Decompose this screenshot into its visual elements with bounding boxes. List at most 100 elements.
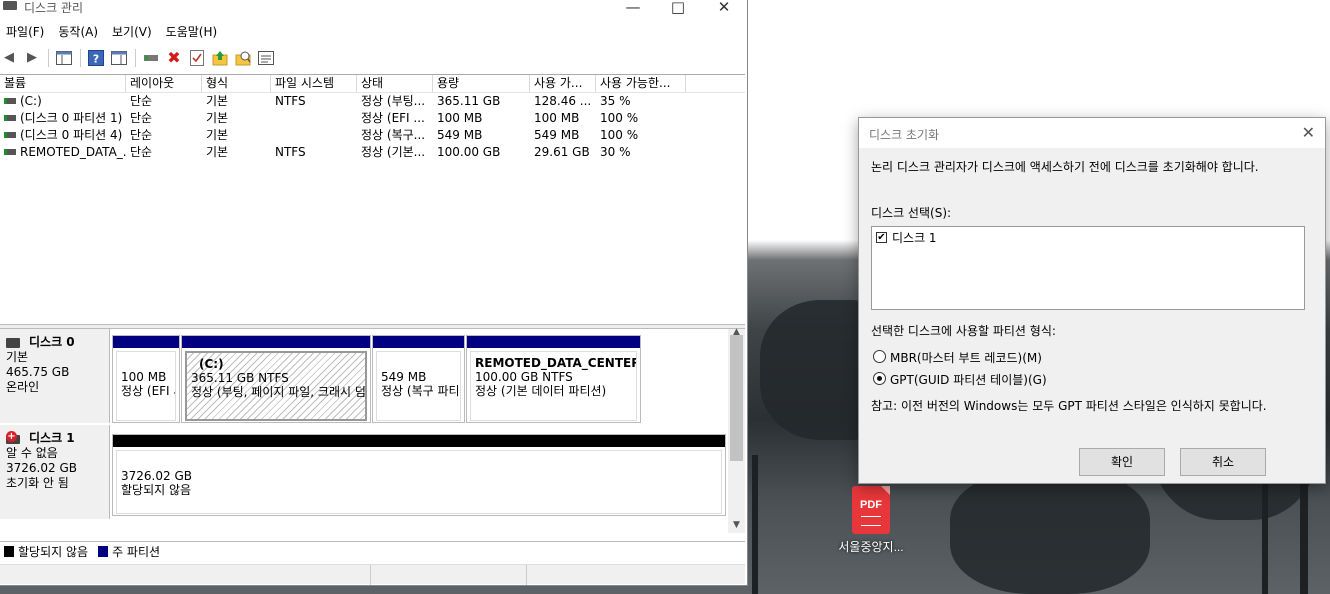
explore-folder-icon[interactable] bbox=[234, 49, 252, 67]
action-pane-icon[interactable] bbox=[110, 49, 128, 67]
volume-status: 정상 (복구... bbox=[361, 128, 426, 142]
volume-filesystem bbox=[271, 127, 357, 144]
disk-name: 디스크 0 bbox=[29, 335, 75, 349]
volume-layout: 단순 bbox=[130, 145, 153, 159]
menu-action[interactable]: 동작(A) bbox=[52, 22, 106, 42]
disk-state: 초기화 안 됨 bbox=[6, 476, 69, 490]
disk-view-scrollbar[interactable]: ▲ ▼ bbox=[728, 327, 745, 533]
volume-status: 정상 (EFI ... bbox=[361, 111, 425, 125]
partition-title bbox=[381, 356, 456, 370]
properties-icon[interactable] bbox=[188, 49, 206, 67]
volume-type: 기본 bbox=[206, 145, 229, 159]
column-header-free-space[interactable]: 사용 가... bbox=[530, 75, 596, 92]
desktop-pdf-file[interactable]: PDF 서울중앙지... bbox=[830, 486, 912, 555]
volume-percent-free: 100 % bbox=[600, 128, 639, 142]
volume-capacity: 100 MB bbox=[437, 111, 483, 125]
volume-filesystem bbox=[271, 110, 357, 127]
partition-title bbox=[121, 356, 171, 370]
cancel-button[interactable]: 취소 bbox=[1180, 448, 1266, 476]
volume-row[interactable]: REMOTED_DATA_... 단순 기본 NTFS 정상 (기본... 10… bbox=[0, 144, 745, 161]
open-folder-icon[interactable] bbox=[211, 49, 229, 67]
disk-1-checkbox[interactable]: ✔ bbox=[876, 232, 887, 243]
back-arrow-icon[interactable]: ◀ bbox=[0, 49, 18, 67]
close-button[interactable]: ✕ bbox=[709, 0, 739, 18]
forward-arrow-icon[interactable]: ▶ bbox=[23, 49, 41, 67]
partition-remoted-data-center[interactable]: REMOTED_DATA_CENTER (I 100.00 GB NTFS 정상… bbox=[466, 335, 641, 423]
volume-filesystem: NTFS bbox=[275, 94, 306, 108]
legend-primary-swatch bbox=[98, 545, 109, 557]
disk-state: 온라인 bbox=[6, 380, 40, 394]
volume-capacity: 365.11 GB bbox=[437, 94, 501, 108]
partition-title: REMOTED_DATA_CENTER (I bbox=[475, 356, 637, 370]
volume-status: 정상 (기본... bbox=[361, 145, 426, 159]
volume-layout: 단순 bbox=[130, 128, 153, 142]
gpt-option-label[interactable]: GPT(GUID 파티션 테이블)(G) bbox=[890, 371, 1047, 388]
partition-c-drive[interactable]: (C:) 365.11 GB NTFS 정상 (부팅, 페이지 파일, 크래시 … bbox=[181, 335, 371, 423]
volume-type: 기본 bbox=[206, 128, 229, 142]
minimize-button[interactable]: — bbox=[618, 0, 648, 18]
unallocated-space[interactable]: 3726.02 GB 할당되지 않음 bbox=[112, 434, 726, 516]
dialog-close-icon[interactable]: ✕ bbox=[1302, 123, 1315, 143]
legend: 할당되지 않음 주 파티션 bbox=[0, 541, 745, 560]
volume-name: REMOTED_DATA_... bbox=[20, 145, 126, 159]
partition-status: 정상 (EFI 시스 bbox=[121, 384, 175, 398]
volume-icon bbox=[4, 132, 16, 138]
disk-1-label[interactable]: 디스크 1 알 수 없음 3726.02 GB 초기화 안 됨 bbox=[0, 425, 110, 519]
volume-list-header: 볼륨 레이아웃 형식 파일 시스템 상태 용량 사용 가... 사용 가능한..… bbox=[0, 75, 745, 93]
menu-view[interactable]: 보기(V) bbox=[106, 22, 160, 42]
disk-0-label[interactable]: 디스크 0 기본 465.75 GB 온라인 bbox=[0, 329, 110, 423]
partition-size: 3726.02 GB bbox=[121, 469, 192, 483]
disk-1-label[interactable]: 디스크 1 bbox=[892, 229, 937, 246]
volume-status: 정상 (부팅... bbox=[361, 94, 426, 108]
ok-button[interactable]: 확인 bbox=[1079, 448, 1165, 476]
disk-select-list[interactable]: ✔ 디스크 1 bbox=[871, 226, 1305, 310]
partition-style-label: 선택한 디스크에 사용할 파티션 형식: bbox=[871, 324, 1056, 338]
menu-help[interactable]: 도움말(H) bbox=[160, 22, 226, 42]
volume-type: 기본 bbox=[206, 94, 229, 108]
settings-panel-icon[interactable] bbox=[257, 49, 275, 67]
column-header-percent-free[interactable]: 사용 가능한... bbox=[596, 75, 686, 92]
delete-icon[interactable]: ✖ bbox=[165, 49, 183, 67]
column-header-layout[interactable]: 레이아웃 bbox=[126, 75, 202, 92]
volume-icon bbox=[4, 115, 16, 121]
column-header-filesystem[interactable]: 파일 시스템 bbox=[271, 75, 357, 92]
partition-efi[interactable]: 100 MB 정상 (EFI 시스 bbox=[112, 335, 180, 423]
help-icon[interactable]: ? bbox=[87, 49, 105, 67]
dialog-intro-text: 논리 디스크 관리자가 디스크에 액세스하기 전에 디스크를 초기화해야 합니다… bbox=[871, 160, 1259, 174]
mbr-option-label[interactable]: MBR(마스터 부트 레코드)(M) bbox=[890, 349, 1042, 366]
volume-percent-free: 100 % bbox=[600, 111, 639, 125]
connect-drive-icon[interactable] bbox=[142, 49, 160, 67]
volume-row[interactable]: (디스크 0 파티션 4) 단순 기본 정상 (복구... 549 MB 549… bbox=[0, 127, 745, 144]
disk-kind: 기본 bbox=[6, 350, 29, 364]
partition-status: 할당되지 않음 bbox=[121, 483, 192, 497]
window-title: 디스크 관리 bbox=[24, 1, 84, 15]
disk-management-window: 디스크 관리 — □ ✕ 파일(F) 동작(A) 보기(V) 도움말(H) ◀ … bbox=[0, 0, 748, 586]
partition-size: 365.11 GB NTFS bbox=[191, 371, 289, 385]
volume-row[interactable]: (C:) 단순 기본 NTFS 정상 (부팅... 365.11 GB 128.… bbox=[0, 93, 745, 110]
scroll-down-icon[interactable]: ▼ bbox=[728, 520, 745, 530]
dialog-title: 디스크 초기화 bbox=[869, 128, 940, 142]
column-header-capacity[interactable]: 용량 bbox=[433, 75, 530, 92]
partition-size: 100 MB bbox=[121, 370, 167, 384]
toolbar: ◀ ▶ ? ✖ bbox=[0, 46, 747, 70]
scrollbar-thumb[interactable] bbox=[730, 335, 743, 461]
mbr-radio[interactable] bbox=[873, 350, 886, 363]
gpt-radio[interactable] bbox=[873, 372, 886, 385]
column-header-status[interactable]: 상태 bbox=[357, 75, 433, 92]
select-disk-label: 디스크 선택(S): bbox=[871, 206, 952, 220]
compatibility-note: 참고: 이전 버전의 Windows는 모두 GPT 파티션 스타일은 인식하지… bbox=[871, 399, 1267, 413]
disk-kind: 알 수 없음 bbox=[6, 446, 58, 460]
partition-recovery[interactable]: 549 MB 정상 (복구 파티 bbox=[372, 335, 465, 423]
pdf-icon: PDF bbox=[852, 486, 890, 534]
volume-row[interactable]: (디스크 0 파티션 1) 단순 기본 정상 (EFI ... 100 MB 1… bbox=[0, 110, 745, 127]
maximize-button[interactable]: □ bbox=[663, 0, 693, 18]
column-header-type[interactable]: 형식 bbox=[202, 75, 271, 92]
title-bar[interactable]: 디스크 관리 — □ ✕ bbox=[0, 0, 747, 22]
volume-capacity: 549 MB bbox=[437, 128, 483, 142]
volume-layout: 단순 bbox=[130, 94, 153, 108]
menu-file[interactable]: 파일(F) bbox=[0, 22, 52, 42]
volume-name: (디스크 0 파티션 4) bbox=[20, 128, 123, 142]
column-header-volume[interactable]: 볼륨 bbox=[0, 75, 126, 92]
console-tree-icon[interactable] bbox=[55, 49, 73, 67]
disk-graphical-view: 디스크 0 기본 465.75 GB 온라인 100 MB 정상 (EFI 시스… bbox=[0, 329, 745, 533]
